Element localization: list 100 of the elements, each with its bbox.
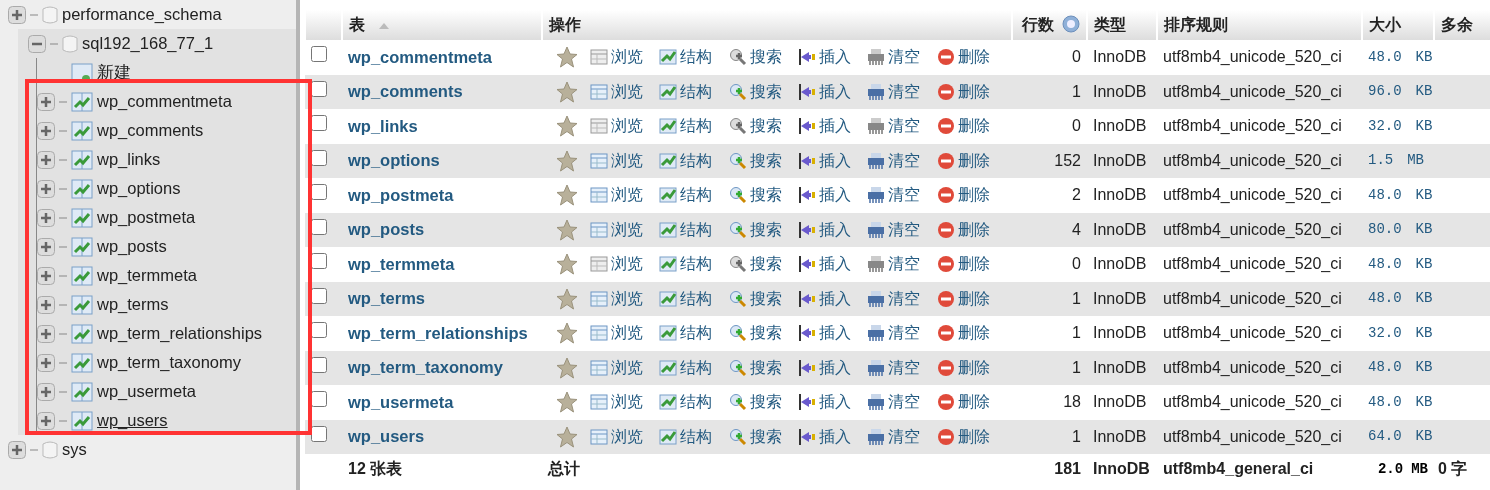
row-checkbox[interactable] [311, 46, 327, 63]
action-link[interactable]: 搜索 [728, 114, 798, 139]
row-checkbox[interactable] [311, 149, 327, 166]
column-header[interactable]: 大小 [1362, 10, 1434, 40]
action-link[interactable]: 删除 [936, 321, 1006, 346]
action-link[interactable]: 删除 [936, 252, 1006, 277]
action-link[interactable]: 清空 [867, 217, 937, 242]
row-checkbox[interactable] [311, 356, 327, 373]
action-link[interactable]: 插入 [798, 252, 868, 277]
table-name[interactable]: wp_commentmeta [97, 89, 232, 114]
action-link[interactable]: 浏览 [590, 286, 660, 311]
table-name-link[interactable]: wp_usermeta [348, 392, 454, 411]
expand-icon[interactable] [37, 295, 55, 314]
star-icon[interactable] [556, 356, 578, 379]
action-link[interactable]: 结构 [659, 321, 729, 346]
action-link[interactable]: 结构 [659, 148, 729, 173]
row-checkbox[interactable] [311, 115, 327, 132]
action-link[interactable]: 插入 [798, 355, 868, 380]
action-link[interactable]: 插入 [798, 45, 868, 70]
action-link[interactable]: 浏览 [590, 148, 660, 173]
action-link[interactable]: 插入 [798, 183, 868, 208]
expand-icon[interactable] [37, 150, 55, 169]
table-name[interactable]: wp_term_taxonomy [97, 350, 241, 375]
action-link[interactable]: 清空 [867, 79, 937, 104]
column-header[interactable]: 多余 [1434, 10, 1490, 40]
action-link[interactable]: 删除 [936, 183, 1006, 208]
action-link[interactable]: 搜索 [728, 79, 798, 104]
table-name[interactable]: wp_termmeta [97, 263, 197, 288]
action-link[interactable]: 删除 [936, 114, 1006, 139]
column-header[interactable]: 排序规则 [1157, 10, 1362, 40]
table-name[interactable]: wp_term_relationships [97, 321, 263, 346]
action-link[interactable]: 搜索 [728, 390, 798, 415]
action-link[interactable]: 搜索 [728, 321, 798, 346]
row-checkbox[interactable] [311, 287, 327, 304]
star-icon[interactable] [556, 218, 578, 241]
action-link[interactable]: 结构 [659, 355, 729, 380]
action-link[interactable]: 结构 [659, 286, 729, 311]
expand-icon[interactable] [37, 179, 55, 198]
row-checkbox[interactable] [311, 80, 327, 97]
action-link[interactable]: 搜索 [728, 217, 798, 242]
row-checkbox[interactable] [311, 253, 327, 270]
action-link[interactable]: 清空 [867, 286, 937, 311]
action-link[interactable]: 清空 [867, 321, 937, 346]
database-name[interactable]: performance_schema [62, 2, 222, 27]
action-link[interactable]: 删除 [936, 355, 1006, 380]
action-link[interactable]: 清空 [867, 148, 937, 173]
action-link[interactable]: 搜索 [728, 286, 798, 311]
action-link[interactable]: 删除 [936, 148, 1006, 173]
action-link[interactable]: 插入 [798, 148, 868, 173]
expand-icon[interactable] [8, 5, 26, 24]
action-link[interactable]: 结构 [659, 79, 729, 104]
expand-icon[interactable] [37, 353, 55, 372]
action-link[interactable]: 删除 [936, 424, 1006, 449]
action-link[interactable]: 浏览 [590, 183, 660, 208]
table-name-link[interactable]: wp_commentmeta [348, 47, 492, 66]
action-link[interactable]: 浏览 [590, 45, 660, 70]
action-link[interactable]: 结构 [659, 252, 729, 277]
table-name[interactable]: wp_links [97, 147, 161, 172]
action-link[interactable]: 搜索 [728, 183, 798, 208]
row-checkbox[interactable] [311, 391, 327, 408]
action-link[interactable]: 清空 [867, 390, 937, 415]
column-header[interactable]: 类型 [1087, 10, 1157, 40]
star-icon[interactable] [556, 322, 578, 345]
table-name[interactable]: wp_options [97, 176, 181, 201]
action-link[interactable]: 结构 [659, 114, 729, 139]
star-icon[interactable] [556, 149, 578, 172]
expand-icon[interactable] [37, 121, 55, 140]
database-name[interactable]: sys [62, 437, 87, 462]
action-link[interactable]: 删除 [936, 79, 1006, 104]
action-link[interactable]: 浏览 [590, 355, 660, 380]
action-link[interactable]: 浏览 [590, 424, 660, 449]
column-header[interactable]: 操作 [542, 10, 1012, 40]
star-icon[interactable] [556, 46, 578, 69]
action-link[interactable]: 清空 [867, 355, 937, 380]
action-link[interactable]: 清空 [867, 252, 937, 277]
action-link[interactable]: 清空 [867, 424, 937, 449]
column-label[interactable]: 表 [349, 16, 365, 33]
row-checkbox[interactable] [311, 322, 327, 339]
action-link[interactable]: 插入 [798, 114, 868, 139]
table-name[interactable]: wp_users [97, 408, 168, 433]
action-link[interactable]: 浏览 [590, 252, 660, 277]
table-name-link[interactable]: wp_term_relationships [348, 323, 528, 342]
expand-icon[interactable] [37, 208, 55, 227]
row-checkbox[interactable] [311, 218, 327, 235]
action-link[interactable]: 结构 [659, 217, 729, 242]
database-name[interactable]: sql192_168_77_1 [82, 31, 214, 56]
table-name-link[interactable]: wp_termmeta [348, 254, 455, 273]
action-link[interactable]: 清空 [867, 114, 937, 139]
action-link[interactable]: 结构 [659, 424, 729, 449]
table-name[interactable]: wp_postmeta [97, 205, 196, 230]
expand-icon[interactable] [37, 266, 55, 285]
expand-icon[interactable] [37, 382, 55, 401]
expand-icon[interactable] [8, 440, 26, 459]
table-name[interactable]: wp_posts [97, 234, 167, 259]
table-name[interactable]: wp_terms [97, 292, 169, 317]
action-link[interactable]: 浏览 [590, 321, 660, 346]
collapse-icon[interactable] [28, 34, 46, 53]
action-link[interactable]: 清空 [867, 45, 937, 70]
action-link[interactable]: 插入 [798, 79, 868, 104]
action-link[interactable]: 删除 [936, 390, 1006, 415]
